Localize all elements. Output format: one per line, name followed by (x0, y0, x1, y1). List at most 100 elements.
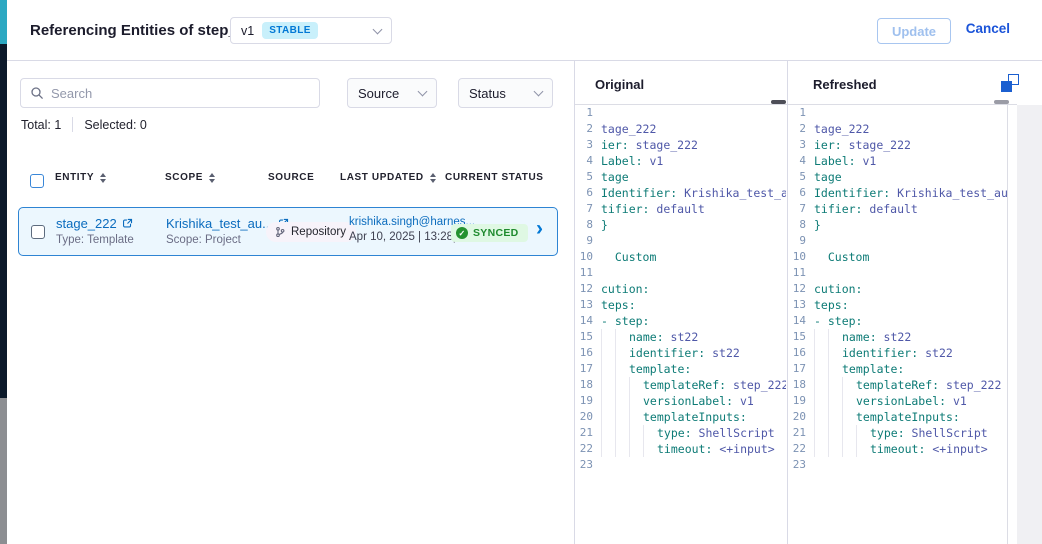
sort-icon[interactable] (100, 173, 106, 183)
code-line: 7tifier: default (575, 201, 786, 217)
search-box[interactable] (20, 78, 320, 108)
status-filter-label: Status (469, 86, 506, 101)
code-line: 12cution: (788, 281, 1007, 297)
sort-icon[interactable] (430, 173, 436, 183)
code-line: 14- step: (788, 313, 1007, 329)
code-key: template: (842, 361, 904, 377)
indent-guide (814, 425, 828, 441)
chevron-down-icon (373, 24, 383, 34)
code-value: <+input> (712, 441, 774, 457)
indent-guide (601, 345, 615, 361)
source-filter-select[interactable]: Source (347, 78, 437, 108)
code-value: st22 (877, 329, 912, 345)
chevron-down-icon (534, 87, 544, 97)
code-line: 20templateInputs: (788, 409, 1007, 425)
scope-link[interactable]: Krishika_test_au... (166, 216, 273, 231)
code-line: 6Identifier: Krishika_test_aut (788, 185, 1007, 201)
code-value: Krishika_test_aut (677, 185, 786, 201)
code-line: 18templateRef: step_222 (788, 377, 1007, 393)
line-number: 10 (575, 249, 601, 265)
code-key: Label: (814, 153, 856, 169)
code-line: 5tage (575, 169, 786, 185)
code-line: 19versionLabel: v1 (788, 393, 1007, 409)
line-number: 19 (575, 393, 601, 409)
code-line: 5tage (788, 169, 1007, 185)
indent-guide (856, 425, 870, 441)
row-checkbox[interactable] (31, 225, 45, 239)
update-button[interactable]: Update (877, 18, 951, 44)
original-hscrollbar-thumb[interactable] (771, 100, 786, 104)
cancel-button[interactable]: Cancel (966, 21, 1010, 36)
line-number: 2 (575, 121, 601, 137)
code-line: 17template: (575, 361, 786, 377)
code-original[interactable]: 12tage_2223ier: stage_2224Label: v15tage… (575, 105, 786, 544)
line-number: 7 (575, 201, 601, 217)
code-key: ier: (601, 137, 629, 153)
code-key: - step: (814, 313, 862, 329)
copy-icon-front (1001, 81, 1012, 92)
sort-icon[interactable] (209, 173, 215, 183)
version-select[interactable]: v1 STABLE (230, 17, 392, 44)
line-number: 20 (788, 409, 814, 425)
code-line: 16identifier: st22 (575, 345, 786, 361)
code-line: 2tage_222 (788, 121, 1007, 137)
code-line: 8} (788, 217, 1007, 233)
indent-guide (615, 425, 629, 441)
table-row[interactable]: stage_222 Type: Template Krishika_test_a… (18, 207, 558, 256)
code-key: Identifier: (814, 185, 890, 201)
code-key: timeout: (657, 441, 712, 457)
source-filter-label: Source (358, 86, 399, 101)
indent-guide (814, 441, 828, 457)
entity-link[interactable]: stage_222 (56, 216, 117, 231)
indent-guide (842, 409, 856, 425)
code-line: 10 Custom (575, 249, 786, 265)
column-header-last-updated[interactable]: LAST UPDATED (340, 172, 436, 183)
code-key: template: (629, 361, 691, 377)
indent-guide (814, 409, 828, 425)
code-key: identifier: (629, 345, 705, 361)
code-refreshed[interactable]: 12tage_2223ier: stage_2224Label: v15tage… (788, 105, 1007, 544)
row-expand-chevron[interactable]: › (536, 218, 543, 239)
external-link-icon[interactable] (122, 218, 133, 229)
indent-guide (643, 441, 657, 457)
code-line: 21type: ShellScript (788, 425, 1007, 441)
line-number: 15 (575, 329, 601, 345)
line-number: 13 (788, 297, 814, 313)
column-header-current-status: CURRENT STATUS (445, 172, 544, 183)
line-number: 21 (575, 425, 601, 441)
select-all-checkbox[interactable] (30, 174, 44, 188)
line-number: 16 (575, 345, 601, 361)
column-label: ENTITY (55, 172, 94, 183)
code-line: 3ier: stage_222 (788, 137, 1007, 153)
code-value: Krishika_test_aut (890, 185, 1007, 201)
code-line: 14- step: (575, 313, 786, 329)
code-key: Custom (601, 249, 656, 265)
indent-guide (629, 441, 643, 457)
search-icon (30, 86, 44, 100)
source-tag-label: Repository (291, 226, 346, 238)
code-line: 9 (788, 233, 1007, 249)
code-key: tifier: (814, 201, 862, 217)
line-number: 8 (788, 217, 814, 233)
code-line: 20templateInputs: (575, 409, 786, 425)
code-key: teps: (601, 297, 636, 313)
line-number: 1 (788, 105, 814, 121)
refreshed-hscrollbar-thumb[interactable] (994, 100, 1009, 104)
line-number: 12 (575, 281, 601, 297)
code-key: versionLabel: (643, 393, 733, 409)
updated-at: Apr 10, 2025 | 13:28pm (349, 231, 449, 243)
column-header-scope[interactable]: SCOPE (165, 172, 215, 183)
indent-guide (615, 345, 629, 361)
indent-guide (643, 425, 657, 441)
line-number: 23 (575, 457, 601, 473)
column-header-source: SOURCE (268, 172, 314, 183)
code-line: 7tifier: default (788, 201, 1007, 217)
search-input[interactable] (51, 86, 310, 101)
copy-icon[interactable] (1001, 74, 1019, 92)
updated-by-link[interactable]: krishika.singh@harnes... (349, 216, 449, 228)
line-number: 6 (575, 185, 601, 201)
background-app-edge (0, 0, 7, 544)
status-filter-select[interactable]: Status (458, 78, 553, 108)
column-header-entity[interactable]: ENTITY (55, 172, 106, 183)
line-number: 14 (575, 313, 601, 329)
